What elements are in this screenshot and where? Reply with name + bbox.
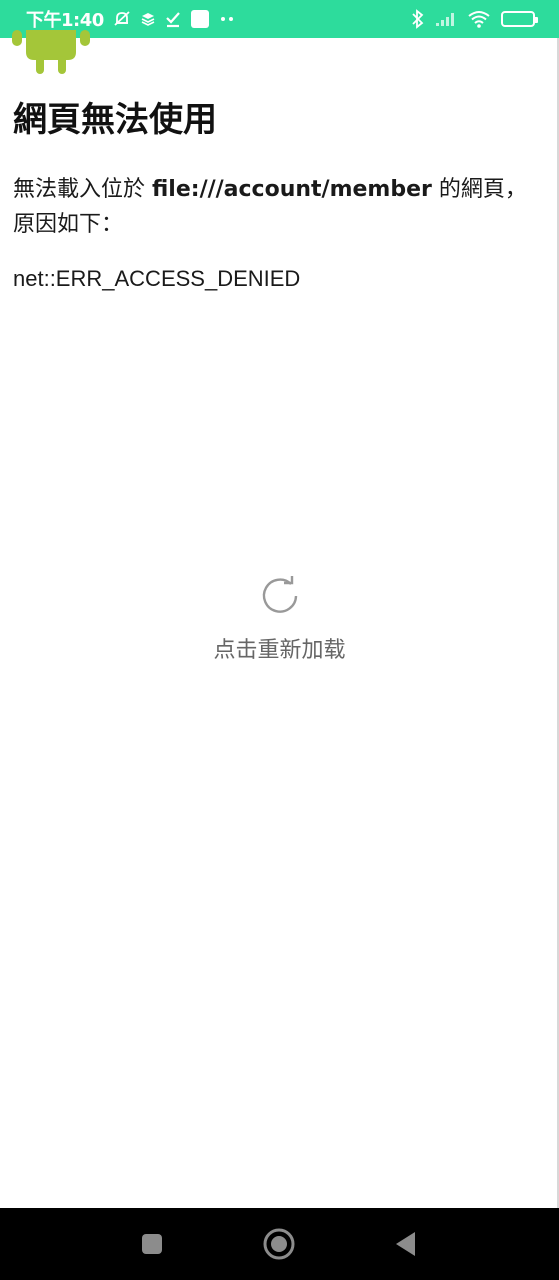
- status-time: 下午1:40: [26, 10, 104, 31]
- layers-icon: [140, 11, 156, 27]
- battery-icon: 80: [501, 11, 538, 27]
- check-icon: [164, 10, 182, 28]
- error-code: net::ERR_ACCESS_DENIED: [13, 266, 301, 291]
- status-bar-right: 80: [411, 0, 538, 38]
- back-button[interactable]: [376, 1208, 436, 1280]
- refresh-icon: [262, 576, 297, 613]
- dots-icon: [218, 14, 236, 24]
- navigation-bar: [0, 1208, 559, 1280]
- screen: 下午1:40 80 網頁無法使用 無法載入位於 file:///account/…: [0, 0, 559, 1280]
- reload-label: 点击重新加载: [213, 638, 346, 663]
- page-title: 網頁無法使用: [13, 100, 217, 140]
- bluetooth-icon: [411, 9, 425, 29]
- recents-button[interactable]: [122, 1208, 182, 1280]
- recents-icon: [142, 1234, 162, 1254]
- square-icon: [190, 9, 210, 29]
- muted-bell-icon: [112, 9, 132, 29]
- wifi-icon: [467, 10, 491, 28]
- error-description: 無法載入位於 file:///account/member 的網頁，原因如下：: [13, 172, 543, 242]
- error-url: file:///account/member: [152, 177, 432, 202]
- error-description-prefix: 無法載入位於: [13, 177, 152, 202]
- android-logo: [12, 30, 90, 74]
- back-icon: [396, 1232, 415, 1256]
- home-icon: [263, 1228, 295, 1260]
- battery-level: 80: [511, 13, 525, 25]
- reload-button[interactable]: 点击重新加载: [0, 574, 559, 664]
- home-button[interactable]: [249, 1208, 309, 1280]
- signal-icon: [435, 11, 457, 27]
